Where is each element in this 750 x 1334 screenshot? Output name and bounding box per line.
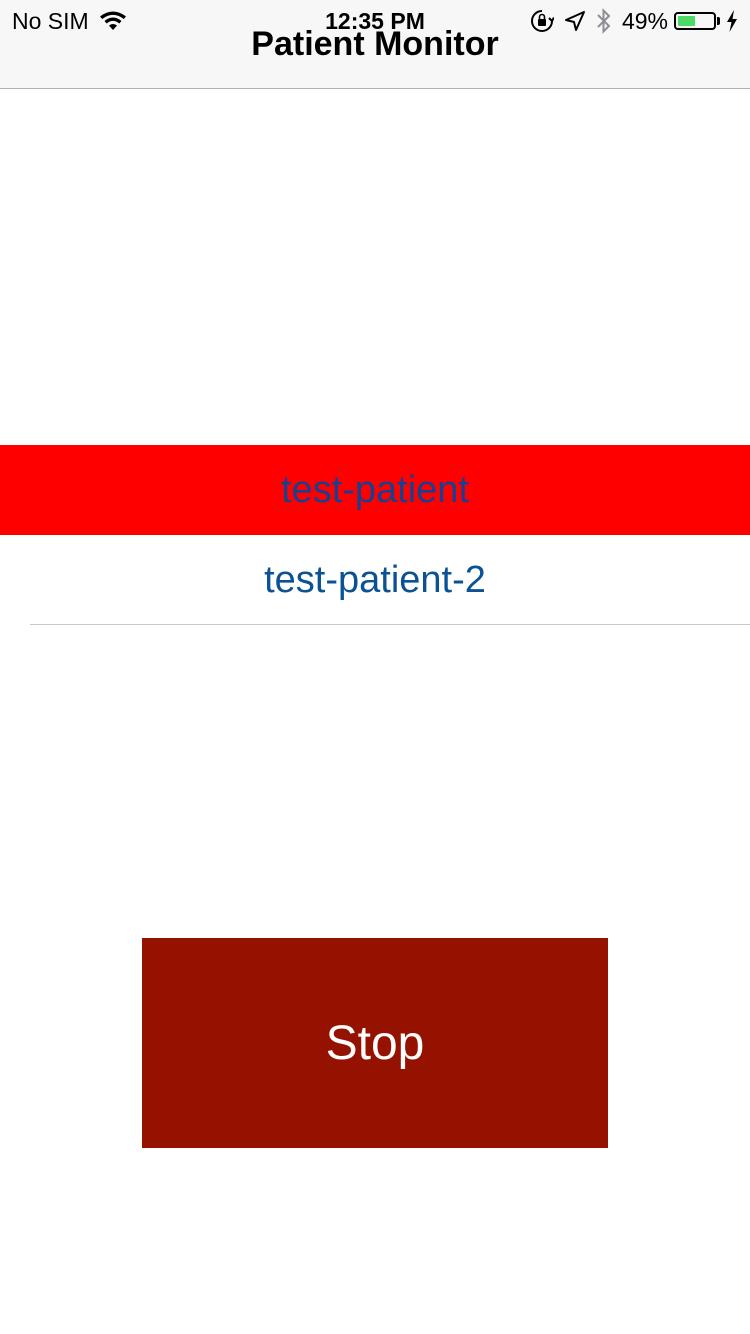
patient-monitor-screen: No SIM 12:35 PM 49% Patient Monitor test…: [0, 0, 750, 1334]
nav-title: Patient Monitor: [251, 25, 499, 63]
patient-row-test-patient[interactable]: test-patient: [0, 445, 750, 535]
patient-row-label: test-patient-2: [264, 558, 486, 601]
patient-row-label: test-patient: [281, 468, 469, 511]
top-bar: No SIM 12:35 PM 49% Patient Monitor: [0, 0, 750, 89]
row-separator: [30, 624, 750, 625]
patient-row-test-patient-2[interactable]: test-patient-2: [0, 535, 750, 625]
patient-list: test-patient test-patient-2: [0, 445, 750, 625]
stop-button[interactable]: Stop: [142, 938, 608, 1148]
